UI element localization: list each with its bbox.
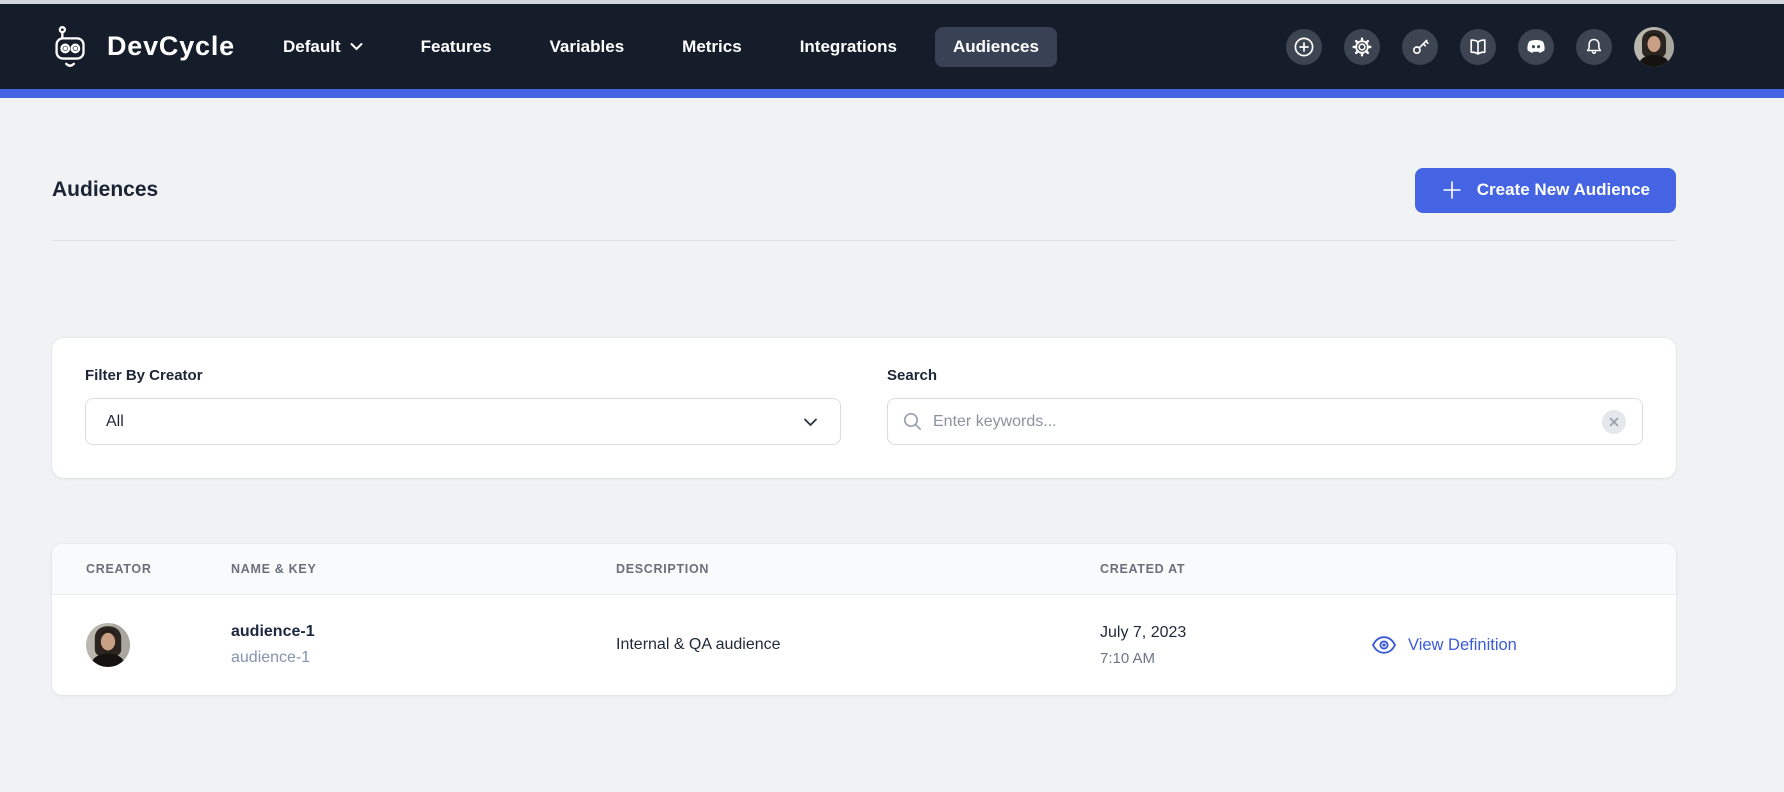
create-new-audience-label: Create New Audience (1477, 180, 1650, 200)
created-time: 7:10 AM (1100, 650, 1371, 667)
created-at-cell: July 7, 2023 7:10 AM (1100, 624, 1371, 667)
user-avatar[interactable] (1634, 27, 1674, 67)
description-cell: Internal & QA audience (616, 636, 1100, 654)
nav-item-audiences-active[interactable]: Audiences (935, 27, 1057, 67)
creator-avatar (86, 623, 130, 667)
bell-icon (1583, 36, 1605, 58)
discord-icon (1525, 36, 1547, 58)
name-key-cell: audience-1 audience-1 (231, 623, 616, 667)
nav-item-integrations[interactable]: Integrations (800, 37, 897, 57)
column-header-created-at: Created At (1100, 562, 1371, 576)
view-definition-label: View Definition (1408, 636, 1517, 655)
search-label: Search (887, 367, 1643, 384)
brand-name: DevCycle (107, 31, 235, 62)
settings-button[interactable] (1344, 29, 1380, 65)
search-input[interactable] (933, 413, 1590, 431)
audiences-page: Audiences Create New Audience Filter By … (0, 144, 1784, 695)
column-header-description: Description (616, 562, 1100, 576)
audience-name: audience-1 (231, 623, 616, 641)
table-header-row: Creator Name & Key Description Created A… (52, 544, 1676, 595)
audiences-table: Creator Name & Key Description Created A… (52, 544, 1676, 695)
nav-item-features[interactable]: Features (421, 37, 492, 57)
chevron-down-icon (350, 42, 363, 51)
created-date: July 7, 2023 (1100, 624, 1371, 642)
filters-card: Filter By Creator All Search (52, 338, 1676, 478)
eye-icon (1371, 635, 1397, 655)
nav-item-metrics[interactable]: Metrics (682, 37, 742, 57)
api-keys-button[interactable] (1402, 29, 1438, 65)
audience-key: audience-1 (231, 649, 616, 667)
search-box (887, 398, 1643, 445)
book-icon (1467, 36, 1489, 58)
search-field: Search (887, 367, 1643, 445)
creator-filter-select[interactable]: All (85, 398, 841, 445)
top-navbar: DevCycle Default Features Variables Metr… (0, 4, 1784, 89)
devcycle-robot-icon (48, 22, 94, 72)
column-header-name-key: Name & Key (231, 562, 616, 576)
gear-icon (1351, 36, 1373, 58)
column-header-creator: Creator (86, 562, 231, 576)
create-new-audience-button[interactable]: Create New Audience (1415, 168, 1676, 213)
plus-circle-icon (1293, 36, 1315, 58)
page-title: Audiences (52, 178, 158, 202)
header-divider (52, 240, 1676, 241)
view-definition-link[interactable]: View Definition (1371, 635, 1676, 655)
plus-icon (1441, 179, 1463, 201)
create-new-button[interactable] (1286, 29, 1322, 65)
clear-search-button[interactable] (1602, 410, 1626, 434)
project-selector-dropdown[interactable]: Default (283, 37, 363, 57)
creator-cell (86, 623, 231, 667)
chevron-down-icon (803, 417, 818, 427)
accent-bar (0, 89, 1784, 98)
page-header: Audiences Create New Audience (52, 144, 1676, 236)
key-icon (1409, 36, 1431, 58)
creator-filter-label: Filter By Creator (85, 367, 841, 384)
primary-nav: Default Features Variables Metrics Integ… (283, 27, 1057, 67)
creator-filter-value: All (106, 413, 124, 431)
notifications-button[interactable] (1576, 29, 1612, 65)
discord-button[interactable] (1518, 29, 1554, 65)
creator-filter-field: Filter By Creator All (85, 367, 841, 445)
search-icon (902, 411, 923, 432)
table-row: audience-1 audience-1 Internal & QA audi… (52, 595, 1676, 695)
docs-button[interactable] (1460, 29, 1496, 65)
navbar-actions (1286, 27, 1674, 67)
brand-logo[interactable]: DevCycle (48, 22, 235, 72)
nav-item-variables[interactable]: Variables (549, 37, 624, 57)
